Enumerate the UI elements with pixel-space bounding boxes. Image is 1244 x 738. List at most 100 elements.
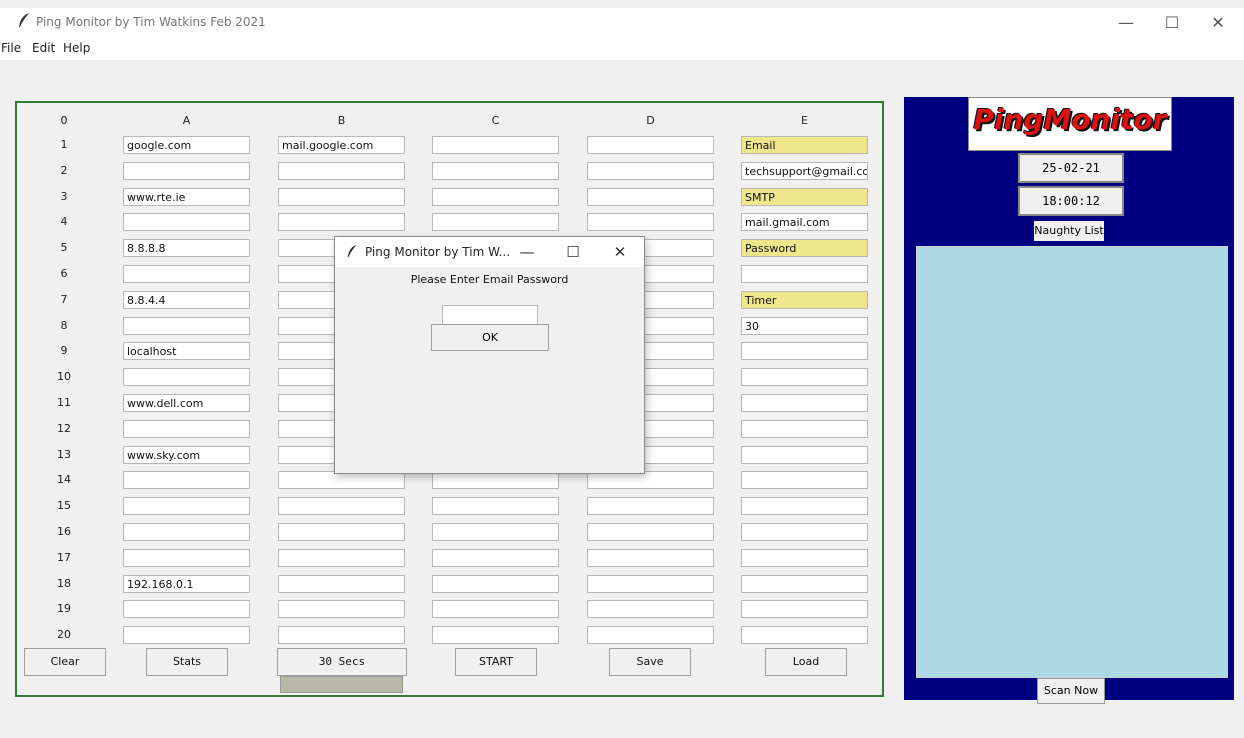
grid-cell[interactable] (123, 497, 250, 515)
grid-cell[interactable] (278, 188, 405, 206)
time-display[interactable]: 18:00:12 (1018, 186, 1124, 216)
row-label: 18 (57, 577, 71, 590)
row-label: 9 (60, 344, 68, 357)
grid-cell[interactable] (432, 497, 559, 515)
grid-cell[interactable] (587, 523, 714, 541)
close-button[interactable]: ✕ (1198, 10, 1238, 36)
feather-icon (347, 245, 357, 257)
grid-cell[interactable] (587, 136, 714, 154)
grid-cell[interactable]: mail.gmail.com (741, 213, 868, 231)
grid-cell[interactable] (123, 265, 250, 283)
grid-cell[interactable] (278, 575, 405, 593)
grid-cell[interactable] (741, 600, 868, 618)
grid-cell[interactable]: localhost (123, 342, 250, 360)
grid-cell[interactable]: 8.8.8.8 (123, 239, 250, 257)
grid-cell[interactable] (741, 523, 868, 541)
minimize-button[interactable]: — (1106, 10, 1146, 36)
grid-cell[interactable] (741, 575, 868, 593)
grid-cell[interactable] (741, 471, 868, 489)
grid-cell[interactable]: 8.8.4.4 (123, 291, 250, 309)
grid-cell[interactable]: techsupport@gmail.co (741, 162, 868, 180)
menu-file[interactable]: File (1, 41, 21, 55)
grid-cell[interactable]: google.com (123, 136, 250, 154)
grid-cell[interactable] (123, 420, 250, 438)
row-label: 3 (60, 190, 68, 203)
grid-cell[interactable] (432, 523, 559, 541)
grid-cell[interactable] (432, 549, 559, 567)
progress-bar (280, 676, 403, 693)
grid-cell[interactable]: Password (741, 239, 868, 257)
grid-cell[interactable] (741, 394, 868, 412)
grid-cell[interactable] (741, 265, 868, 283)
grid-cell[interactable] (278, 213, 405, 231)
grid-cell[interactable] (432, 626, 559, 644)
grid-cell[interactable] (123, 471, 250, 489)
grid-cell[interactable] (587, 162, 714, 180)
menu-help[interactable]: Help (63, 41, 90, 55)
grid-cell[interactable] (278, 162, 405, 180)
grid-cell[interactable] (278, 626, 405, 644)
grid-cell[interactable]: Email (741, 136, 868, 154)
grid-cell[interactable] (587, 626, 714, 644)
start-button[interactable]: START (455, 648, 537, 676)
grid-cell[interactable] (741, 342, 868, 360)
column-header: E (801, 114, 808, 127)
grid-cell[interactable] (741, 446, 868, 464)
grid-cell[interactable]: SMTP (741, 188, 868, 206)
grid-cell[interactable]: mail.google.com (278, 136, 405, 154)
grid-cell[interactable] (587, 600, 714, 618)
grid-cell[interactable] (123, 162, 250, 180)
grid-cell[interactable] (741, 420, 868, 438)
grid-cell[interactable] (278, 497, 405, 515)
grid-cell[interactable] (741, 626, 868, 644)
password-input[interactable] (442, 305, 538, 325)
grid-cell[interactable]: 30 (741, 317, 868, 335)
dialog-minimize-button[interactable]: — (510, 240, 544, 264)
stats-button[interactable]: Stats (146, 648, 228, 676)
grid-cell[interactable]: www.rte.ie (123, 188, 250, 206)
grid-cell[interactable] (587, 497, 714, 515)
grid-cell[interactable] (123, 626, 250, 644)
grid-cell[interactable]: www.dell.com (123, 394, 250, 412)
grid-cell[interactable] (587, 549, 714, 567)
row-label: 8 (60, 319, 68, 332)
app-logo: PingMonitor (973, 103, 1167, 136)
load-button[interactable]: Load (765, 648, 847, 676)
grid-cell[interactable]: 192.168.0.1 (123, 575, 250, 593)
grid-cell[interactable] (123, 600, 250, 618)
maximize-button[interactable]: ☐ (1152, 10, 1192, 36)
dialog-close-button[interactable]: ✕ (603, 240, 637, 264)
grid-cell[interactable] (432, 162, 559, 180)
grid-cell[interactable] (432, 213, 559, 231)
grid-cell[interactable] (278, 549, 405, 567)
grid-cell[interactable]: Timer (741, 291, 868, 309)
row-label: 7 (60, 293, 68, 306)
save-button[interactable]: Save (609, 648, 691, 676)
grid-cell[interactable] (587, 188, 714, 206)
grid-cell[interactable] (587, 575, 714, 593)
dialog-maximize-button[interactable]: ☐ (556, 240, 590, 264)
date-display[interactable]: 25-02-21 (1018, 153, 1124, 183)
grid-cell[interactable] (278, 600, 405, 618)
grid-cell[interactable] (432, 600, 559, 618)
grid-cell[interactable] (123, 368, 250, 386)
grid-cell[interactable] (123, 523, 250, 541)
clear-button[interactable]: Clear (24, 648, 106, 676)
grid-cell[interactable] (741, 497, 868, 515)
menu-edit[interactable]: Edit (32, 41, 55, 55)
grid-cell[interactable] (278, 523, 405, 541)
interval-button[interactable]: 30 Secs (277, 648, 407, 676)
grid-cell[interactable] (123, 213, 250, 231)
grid-cell[interactable] (587, 213, 714, 231)
grid-cell[interactable] (123, 549, 250, 567)
ok-button[interactable]: OK (431, 324, 549, 351)
grid-cell[interactable] (432, 575, 559, 593)
grid-cell[interactable] (432, 136, 559, 154)
grid-cell[interactable] (123, 317, 250, 335)
naughty-list[interactable] (916, 246, 1228, 678)
grid-cell[interactable] (741, 549, 868, 567)
grid-cell[interactable] (432, 188, 559, 206)
grid-cell[interactable] (741, 368, 868, 386)
scan-now-button[interactable]: Scan Now (1037, 678, 1105, 704)
grid-cell[interactable]: www.sky.com (123, 446, 250, 464)
